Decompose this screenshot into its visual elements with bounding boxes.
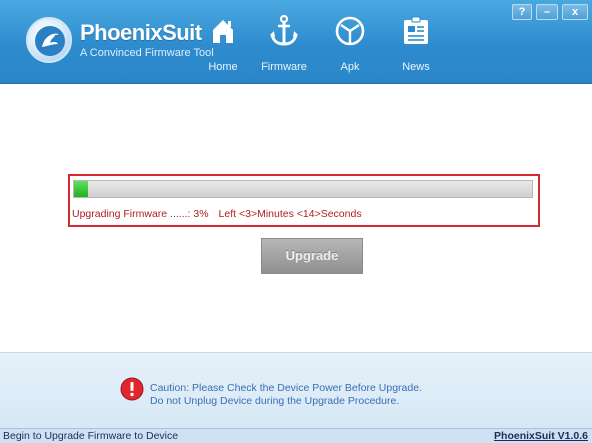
status-bar: Begin to Upgrade Firmware to Device Phoe… bbox=[0, 428, 592, 443]
news-icon bbox=[404, 16, 428, 44]
nav-home-label: Home bbox=[208, 61, 238, 73]
nav-news[interactable]: News bbox=[390, 14, 442, 80]
app-name: PhoenixSuit bbox=[80, 20, 202, 45]
upgrade-progress-panel: Upgrading Firmware ......: 3% Left <3>Min… bbox=[68, 174, 540, 227]
nav-apk-label: Apk bbox=[340, 61, 360, 73]
nav-firmware[interactable]: Firmware bbox=[258, 14, 310, 80]
help-button[interactable]: ? bbox=[512, 4, 532, 20]
nav-apk[interactable]: Apk bbox=[324, 14, 376, 80]
minimize-button[interactable]: – bbox=[536, 4, 558, 20]
caution-line-1: Caution: Please Check the Device Power B… bbox=[150, 382, 422, 394]
progress-time-left: Left <3>Minutes <14>Seconds bbox=[218, 208, 362, 220]
home-icon bbox=[213, 20, 233, 43]
app-tagline: A Convinced Firmware Tool bbox=[80, 47, 214, 59]
progress-bar-fill bbox=[74, 181, 88, 197]
upgrade-progress-bar bbox=[73, 180, 533, 198]
phoenix-logo-icon bbox=[26, 17, 72, 63]
warning-icon bbox=[120, 377, 144, 401]
upgrade-button[interactable]: Upgrade bbox=[261, 238, 363, 274]
anchor-icon bbox=[270, 14, 298, 46]
apk-icon bbox=[335, 16, 365, 46]
nav-home[interactable]: Home bbox=[197, 14, 249, 80]
caution-line-2: Do not Unplug Device during the Upgrade … bbox=[150, 395, 400, 407]
phoenixsuit-window: PhoenixSuit A Convinced Firmware Tool Ho… bbox=[0, 0, 592, 443]
header-bar: PhoenixSuit A Convinced Firmware Tool Ho… bbox=[0, 0, 592, 84]
nav-news-label: News bbox=[402, 61, 430, 73]
progress-status: Upgrading Firmware ......: 3% Left <3>Min… bbox=[72, 208, 372, 220]
version-link[interactable]: PhoenixSuit V1.0.6 bbox=[494, 430, 588, 442]
close-button[interactable]: x bbox=[562, 4, 588, 20]
progress-status-label: Upgrading Firmware ......: 3% bbox=[72, 208, 209, 220]
caution-panel: Caution: Please Check the Device Power B… bbox=[0, 352, 592, 428]
nav-firmware-label: Firmware bbox=[261, 61, 307, 73]
status-message: Begin to Upgrade Firmware to Device bbox=[3, 430, 179, 442]
